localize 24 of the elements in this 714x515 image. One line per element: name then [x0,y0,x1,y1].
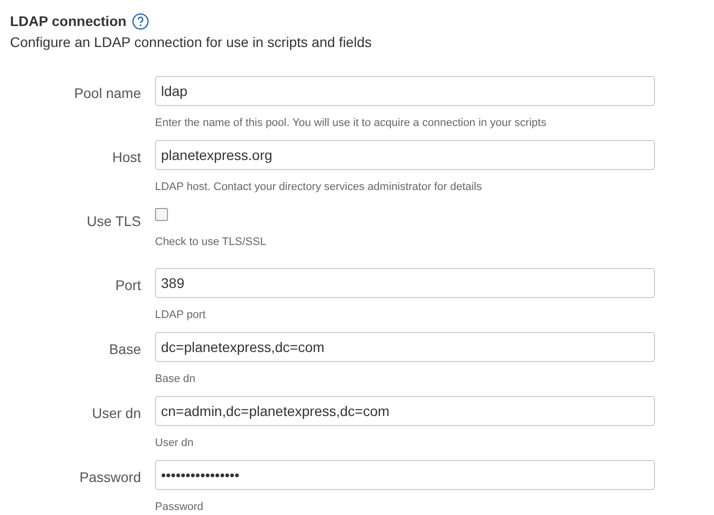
input-field[interactable]: ldap [155,76,655,106]
help-icon[interactable] [132,12,150,30]
section-title: LDAP connection [10,12,126,30]
input-field[interactable]: planetexpress.org [155,140,655,170]
help-text: Password [155,500,204,515]
field-label: Password [78,468,141,487]
help-text: Enter the name of this pool. You will use it to acquire a connection in your scripts [155,116,548,131]
input-field[interactable]: 389 [155,268,655,298]
input-field[interactable]: dc=planetexpress,dc=com [155,332,655,362]
help-text: Base dn [155,372,196,387]
field-label: Base [108,340,141,359]
field-label: User dn [90,404,141,423]
help-text: User dn [155,436,195,451]
field-label: Pool name [73,84,141,103]
field-label: Port [114,276,141,295]
section-description: Configure an LDAP connection for use in scripts and fields [10,33,373,52]
help-text: LDAP host. Contact your directory services administrator for details [155,180,483,195]
help-text: Check to use TLS/SSL [155,235,266,250]
help-text: LDAP port [155,308,207,323]
input-field[interactable]: cn=admin,dc=planetexpress,dc=com [155,396,655,426]
field-label: Use TLS [86,212,141,231]
checkbox[interactable] [155,208,168,221]
input-field[interactable]: •••••••••••••••• [155,460,655,490]
field-label: Host [111,148,141,167]
